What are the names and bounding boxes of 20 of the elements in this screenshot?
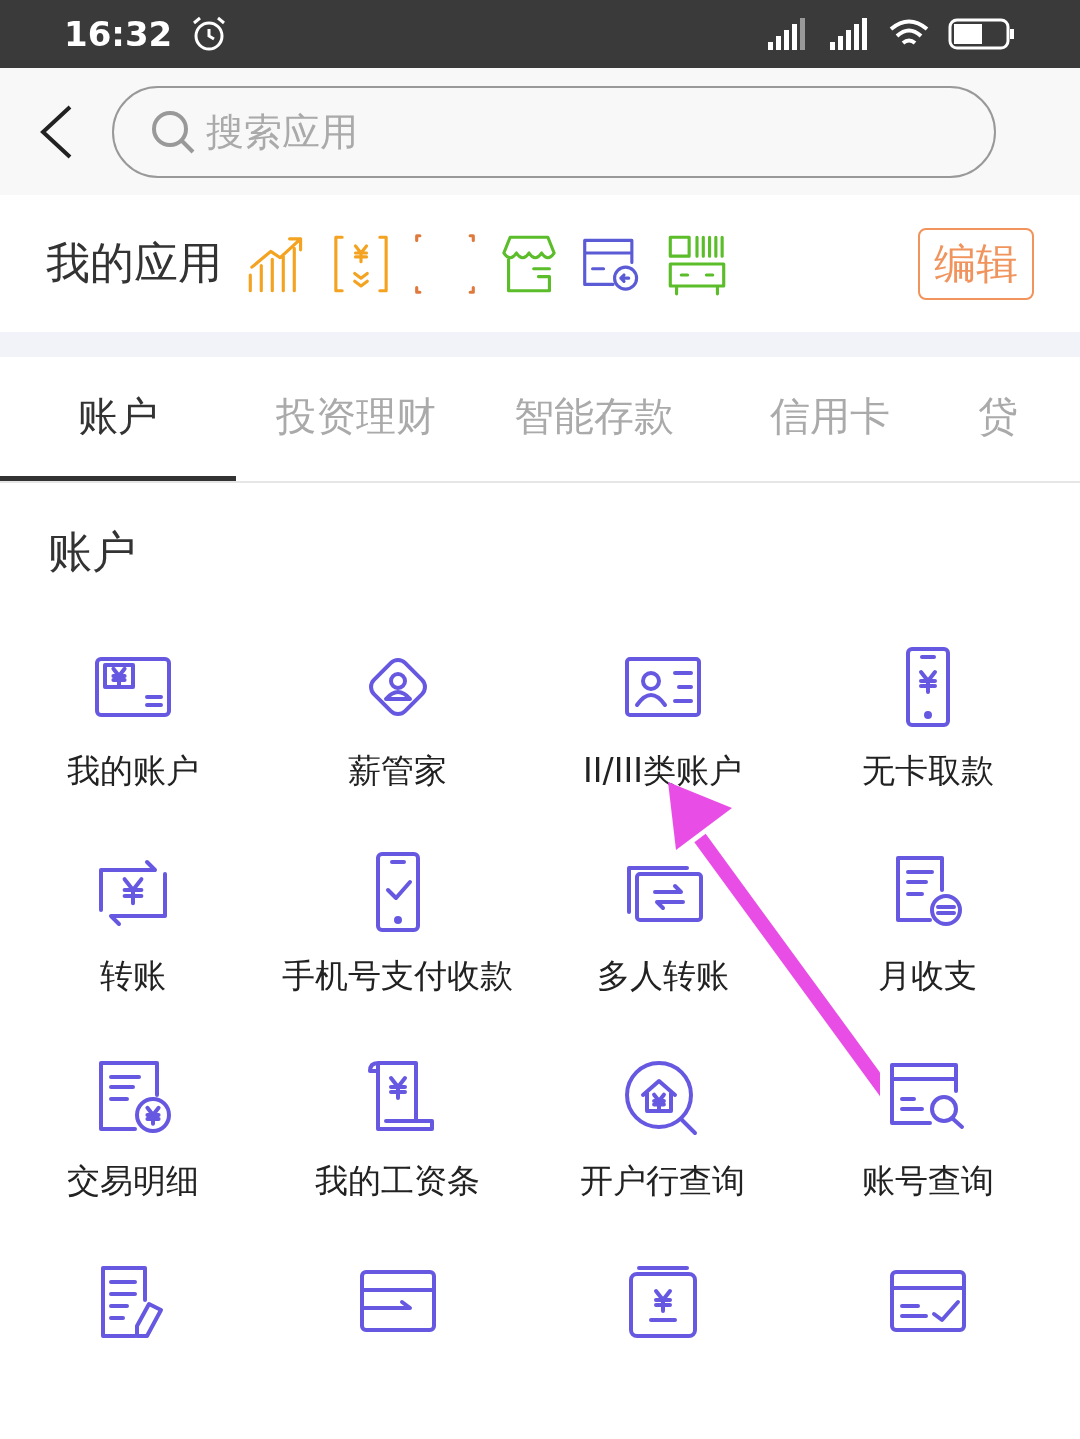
app-label[interactable]: 无卡取款 (861, 749, 994, 794)
app-label[interactable]: 手机号支付收款 (282, 954, 513, 999)
app-label[interactable]: II/III类账户 (583, 749, 742, 794)
app-label[interactable]: 月收支 (878, 954, 977, 999)
section-title: 账户 (47, 525, 137, 579)
app-label[interactable]: 交易明细 (66, 1159, 199, 1204)
battery-icon (948, 18, 1016, 50)
app-label[interactable]: 转账 (99, 954, 166, 999)
category-tab[interactable]: 账户 (0, 357, 236, 481)
app-label[interactable]: 我的账户 (66, 749, 199, 794)
status-time: 16:32 (64, 14, 173, 54)
app-label[interactable]: 账号查询 (861, 1159, 994, 1204)
back-icon[interactable] (38, 103, 74, 160)
app-label[interactable]: 开户行查询 (580, 1159, 745, 1204)
app-label[interactable]: 薪管家 (348, 749, 447, 794)
section-title: 我的应用 (46, 236, 222, 290)
search-icon (150, 108, 196, 155)
search-field[interactable]: 搜索应用 (112, 85, 996, 178)
app-label[interactable]: 多人转账 (596, 954, 729, 999)
app-label[interactable]: 我的工资条 (315, 1159, 480, 1204)
